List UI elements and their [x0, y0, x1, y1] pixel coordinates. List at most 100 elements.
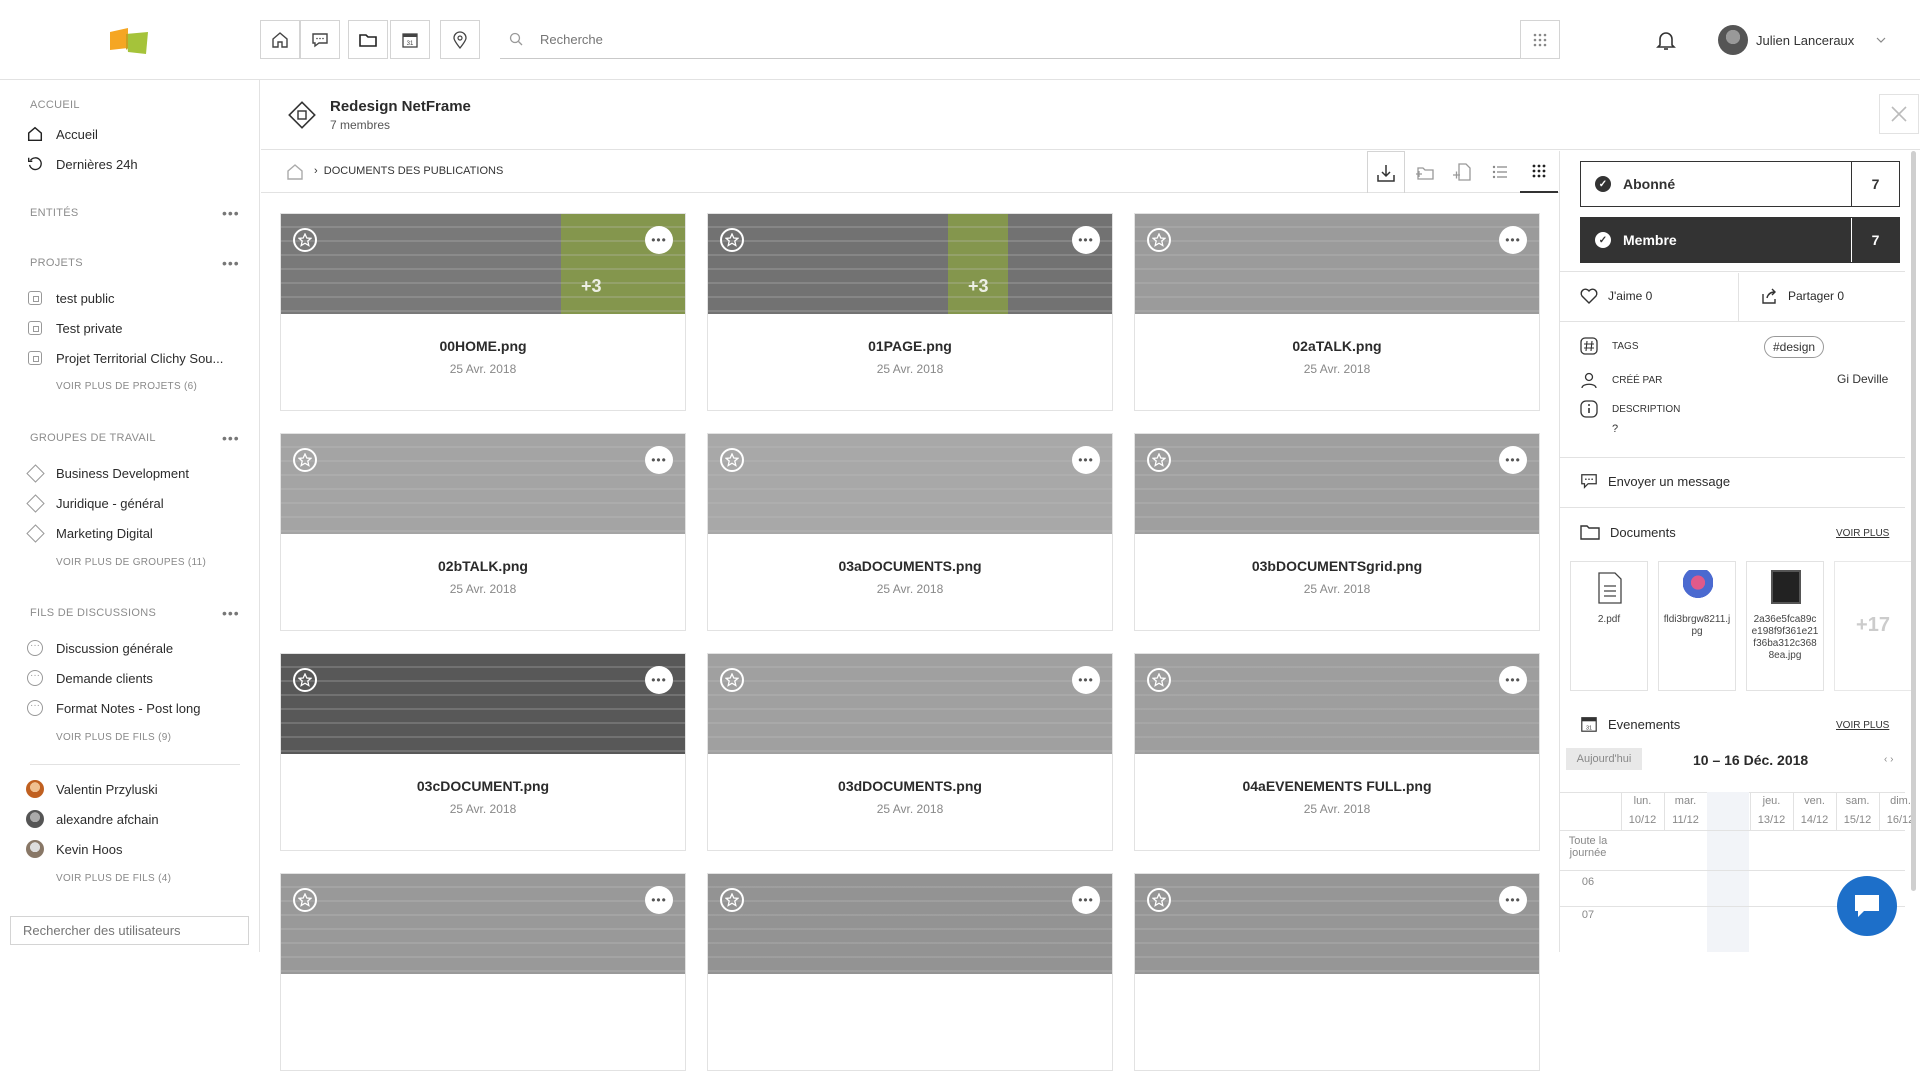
document-card[interactable]: ••• 03aDOCUMENTS.png 25 Avr. 2018	[707, 433, 1113, 631]
netframe-logo[interactable]	[110, 28, 150, 56]
document-card[interactable]: ••• 02bTALK.png 25 Avr. 2018	[280, 433, 686, 631]
favorite-star-button[interactable]	[1147, 888, 1171, 912]
sidebar-item-user[interactable]: Valentin Przyluski	[26, 778, 158, 800]
doc-tile[interactable]: fldi3brgw8211.jpg	[1658, 561, 1736, 691]
apps-grid-button[interactable]	[1520, 20, 1560, 59]
document-name[interactable]: 02aTALK.png	[1135, 338, 1539, 354]
document-thumbnail[interactable]	[281, 434, 685, 534]
document-card[interactable]: •••	[1134, 873, 1540, 1071]
nav-home-button[interactable]	[260, 20, 300, 59]
sidebar-item-project[interactable]: test public	[26, 287, 115, 309]
sidebar-item-thread[interactable]: ··· Discussion générale	[26, 637, 173, 659]
card-options-button[interactable]: •••	[1072, 886, 1100, 914]
add-folder-button[interactable]	[1405, 151, 1443, 193]
sidebar-item-project[interactable]: Test private	[26, 317, 122, 339]
more-options-icon[interactable]: •••	[222, 605, 240, 621]
document-name[interactable]: 00HOME.png	[281, 338, 685, 354]
today-button[interactable]: Aujourd'hui	[1566, 748, 1642, 770]
document-thumbnail[interactable]	[281, 654, 685, 754]
favorite-star-button[interactable]	[720, 888, 744, 912]
document-thumbnail[interactable]	[708, 874, 1112, 974]
doc-tile[interactable]: 2.pdf	[1570, 561, 1648, 691]
favorite-star-button[interactable]	[293, 888, 317, 912]
favorite-star-button[interactable]	[720, 668, 744, 692]
favorite-star-button[interactable]	[1147, 448, 1171, 472]
document-thumbnail[interactable]	[1135, 434, 1539, 534]
list-view-button[interactable]	[1481, 151, 1519, 193]
grid-view-button[interactable]	[1520, 151, 1558, 193]
more-options-icon[interactable]: •••	[222, 430, 240, 446]
search-input[interactable]	[540, 31, 1240, 47]
like-button[interactable]: J'aime 0	[1580, 288, 1652, 304]
document-card[interactable]: ••• 02aTALK.png 25 Avr. 2018	[1134, 213, 1540, 411]
user-search-input[interactable]	[10, 916, 249, 945]
sidebar-item-group[interactable]: Juridique - général	[25, 492, 164, 514]
nav-documents-button[interactable]	[348, 20, 388, 59]
document-thumbnail[interactable]	[1135, 654, 1539, 754]
home-icon[interactable]	[285, 162, 305, 182]
see-more-users-link[interactable]: VOIR PLUS DE FILS (4)	[56, 873, 171, 884]
doc-tile[interactable]: 2a36e5fca89ce198f9f361e21f36ba312c3688ea…	[1746, 561, 1824, 691]
card-options-button[interactable]: •••	[1499, 446, 1527, 474]
document-thumbnail[interactable]	[1135, 874, 1539, 974]
favorite-star-button[interactable]	[293, 668, 317, 692]
bell-icon[interactable]	[1654, 28, 1678, 52]
sidebar-item-user[interactable]: Kevin Hoos	[26, 838, 122, 860]
tag-chip[interactable]: #design	[1764, 336, 1825, 358]
share-button[interactable]: Partager 0	[1760, 288, 1844, 304]
card-options-button[interactable]: •••	[645, 666, 673, 694]
card-options-button[interactable]: •••	[1499, 226, 1527, 254]
document-name[interactable]: 02bTALK.png	[281, 558, 685, 574]
document-card[interactable]: ••• 04aEVENEMENTS FULL.png 25 Avr. 2018	[1134, 653, 1540, 851]
document-thumbnail[interactable]	[1135, 214, 1539, 314]
week-nav-arrows[interactable]: ‹ ›	[1884, 754, 1893, 765]
document-card[interactable]: •••	[280, 873, 686, 1071]
nav-map-button[interactable]	[440, 20, 480, 59]
document-name[interactable]: 01PAGE.png	[708, 338, 1112, 354]
see-more-projects-link[interactable]: VOIR PLUS DE PROJETS (6)	[56, 381, 197, 392]
card-options-button[interactable]: •••	[1072, 666, 1100, 694]
chat-launcher-button[interactable]	[1837, 876, 1897, 936]
sidebar-item-thread[interactable]: ··· Format Notes - Post long	[26, 697, 201, 719]
document-thumbnail[interactable]: +3	[281, 214, 685, 314]
document-thumbnail[interactable]	[708, 654, 1112, 754]
panel-scrollbar[interactable]	[1911, 151, 1916, 891]
document-card[interactable]: +3 ••• 00HOME.png 25 Avr. 2018	[280, 213, 686, 411]
page-title[interactable]: Redesign NetFrame	[330, 98, 471, 115]
favorite-star-button[interactable]	[1147, 228, 1171, 252]
card-options-button[interactable]: •••	[1499, 666, 1527, 694]
card-options-button[interactable]: •••	[645, 226, 673, 254]
document-card[interactable]: ••• 03bDOCUMENTSgrid.png 25 Avr. 2018	[1134, 433, 1540, 631]
favorite-star-button[interactable]	[720, 228, 744, 252]
document-name[interactable]: 03bDOCUMENTSgrid.png	[1135, 558, 1539, 574]
document-name[interactable]: 03aDOCUMENTS.png	[708, 558, 1112, 574]
more-options-icon[interactable]: •••	[222, 205, 240, 221]
document-thumbnail[interactable]: +3	[708, 214, 1112, 314]
sidebar-item-accueil[interactable]: Accueil	[26, 123, 98, 145]
nav-messages-button[interactable]	[300, 20, 340, 59]
document-card[interactable]: +3 ••• 01PAGE.png 25 Avr. 2018	[707, 213, 1113, 411]
send-message-button[interactable]: Envoyer un message	[1580, 472, 1730, 490]
sidebar-item-user[interactable]: alexandre afchain	[26, 808, 159, 830]
add-file-button[interactable]	[1443, 151, 1481, 193]
breadcrumb-current[interactable]: › DOCUMENTS DES PUBLICATIONS	[314, 165, 503, 177]
sidebar-item-group[interactable]: Business Development	[25, 462, 189, 484]
favorite-star-button[interactable]	[293, 448, 317, 472]
sidebar-item-project[interactable]: Projet Territorial Clichy Sou...	[26, 347, 223, 369]
creator-name[interactable]: Gi Deville	[1837, 372, 1888, 386]
favorite-star-button[interactable]	[293, 228, 317, 252]
card-options-button[interactable]: •••	[1072, 226, 1100, 254]
members-count[interactable]: 7 membres	[330, 118, 390, 132]
favorite-star-button[interactable]	[1147, 668, 1171, 692]
subscribe-button[interactable]: ✓ Abonné 7	[1580, 161, 1900, 207]
global-search[interactable]	[500, 20, 1522, 59]
favorite-star-button[interactable]	[720, 448, 744, 472]
more-options-icon[interactable]: •••	[222, 255, 240, 271]
sidebar-item-dernieres-24h[interactable]: Dernières 24h	[26, 153, 138, 175]
see-more-threads-link[interactable]: VOIR PLUS DE FILS (9)	[56, 732, 171, 743]
card-options-button[interactable]: •••	[645, 886, 673, 914]
close-button[interactable]	[1879, 94, 1919, 134]
card-options-button[interactable]: •••	[1499, 886, 1527, 914]
more-docs-tile[interactable]: +17	[1834, 561, 1912, 691]
sidebar-item-group[interactable]: Marketing Digital	[25, 522, 153, 544]
